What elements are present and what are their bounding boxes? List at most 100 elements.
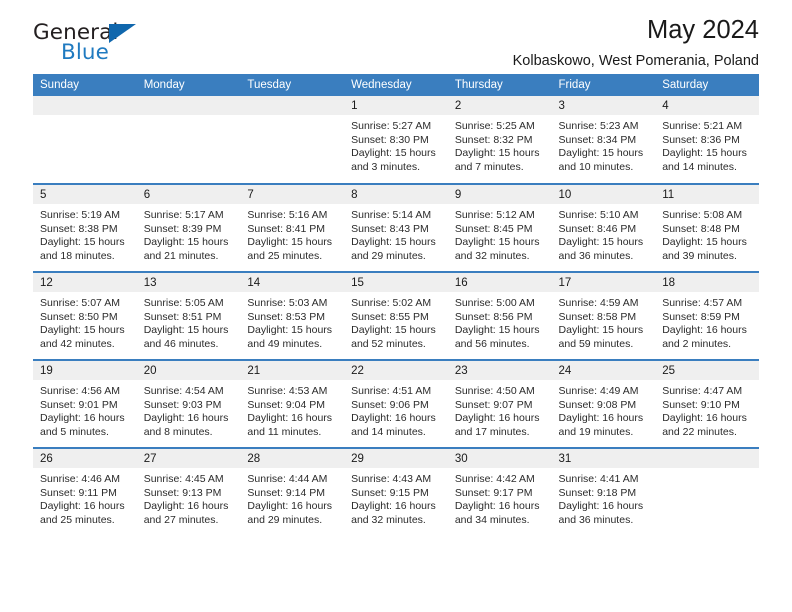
day-cell: 18 Sunrise: 4:57 AM Sunset: 8:59 PM Dayligh… (655, 271, 759, 360)
day-cell-content[interactable]: 14 Sunrise: 5:03 AM Sunset: 8:53 PM Dayligh… (240, 273, 345, 359)
day-cell-content[interactable]: 21 Sunrise: 4:53 AM Sunset: 9:04 PM Dayligh… (240, 361, 345, 447)
daylight-text-line1: Daylight: 16 hours (558, 500, 644, 513)
sunset-text: Sunset: 8:55 PM (351, 310, 429, 323)
sunrise-text: Sunrise: 5:16 AM (247, 209, 328, 221)
daylight-text-line1: Daylight: 16 hours (351, 500, 436, 513)
day-cell-content[interactable]: 17 Sunrise: 4:59 AM Sunset: 8:58 PM Dayligh… (551, 273, 656, 359)
sunrise-text: Sunrise: 5:19 AM (40, 209, 120, 221)
day-cell-content[interactable]: 10 Sunrise: 5:10 AM Sunset: 8:46 PM Dayligh… (551, 185, 656, 271)
day-cell-content[interactable] (240, 96, 345, 183)
day-cell-content[interactable]: 7 Sunrise: 5:16 AM Sunset: 8:41 PM Daylight… (240, 185, 345, 271)
day-cell: 24 Sunrise: 4:49 AM Sunset: 9:08 PM Dayligh… (551, 359, 656, 448)
sunset-text: Sunset: 8:43 PM (351, 222, 429, 235)
day-cell: 15 Sunrise: 5:02 AM Sunset: 8:55 PM Dayligh… (344, 271, 448, 360)
day-details (240, 115, 344, 120)
sunrise-text: Sunrise: 4:57 AM (662, 297, 743, 309)
day-details: Sunrise: 5:14 AM Sunset: 8:43 PM Daylight:… (344, 204, 448, 263)
day-cell-content[interactable]: 13 Sunrise: 5:05 AM Sunset: 8:51 PM Dayligh… (136, 273, 241, 359)
day-details: Sunrise: 5:16 AM Sunset: 8:41 PM Daylight:… (240, 204, 344, 263)
day-details: Sunrise: 5:25 AM Sunset: 8:32 PM Daylight:… (448, 115, 552, 174)
daylight-text-line2: and 29 minutes. (351, 249, 426, 262)
sunset-text: Sunset: 9:03 PM (143, 398, 222, 411)
day-cell: 27 Sunrise: 4:45 AM Sunset: 9:13 PM Dayligh… (136, 447, 241, 536)
brand-logo[interactable]: General Blue (33, 22, 158, 70)
day-cell-content[interactable]: 12 Sunrise: 5:07 AM Sunset: 8:50 PM Dayligh… (33, 273, 137, 359)
day-number: 2 (447, 96, 552, 115)
day-number: 14 (240, 273, 345, 292)
day-cell-content[interactable]: 11 Sunrise: 5:08 AM Sunset: 8:48 PM Dayligh… (655, 185, 759, 271)
day-cell: 2 Sunrise: 5:25 AM Sunset: 8:32 PM Daylight… (447, 96, 552, 184)
day-cell-content[interactable]: 3 Sunrise: 5:23 AM Sunset: 8:34 PM Daylight… (551, 96, 656, 183)
daylight-text-line1: Daylight: 16 hours (143, 500, 229, 513)
day-details: Sunrise: 5:03 AM Sunset: 8:53 PM Daylight:… (240, 292, 344, 351)
day-number: 12 (33, 273, 137, 292)
week-row: 1 Sunrise: 5:27 AM Sunset: 8:30 PM Daylight… (33, 96, 759, 184)
day-cell-content[interactable]: 4 Sunrise: 5:21 AM Sunset: 8:36 PM Daylight… (655, 96, 759, 183)
day-cell: 26 Sunrise: 4:46 AM Sunset: 9:11 PM Dayligh… (33, 447, 137, 536)
day-details: Sunrise: 4:57 AM Sunset: 8:59 PM Daylight:… (655, 292, 759, 351)
week-row: 19 Sunrise: 4:56 AM Sunset: 9:01 PM Dayligh… (33, 359, 759, 448)
day-details (137, 115, 241, 120)
day-cell-content[interactable] (33, 96, 137, 183)
day-cell-content[interactable]: 16 Sunrise: 5:00 AM Sunset: 8:56 PM Dayligh… (447, 273, 552, 359)
day-cell (240, 96, 345, 184)
day-cell-content[interactable]: 1 Sunrise: 5:27 AM Sunset: 8:30 PM Daylight… (344, 96, 448, 183)
day-cell-content[interactable] (655, 449, 759, 536)
sunrise-text: Sunrise: 5:27 AM (351, 120, 432, 132)
day-number: 28 (240, 449, 345, 468)
day-cell-content[interactable]: 15 Sunrise: 5:02 AM Sunset: 8:55 PM Dayligh… (344, 273, 448, 359)
day-number: 25 (655, 361, 759, 380)
day-cell-content[interactable]: 19 Sunrise: 4:56 AM Sunset: 9:01 PM Dayligh… (33, 361, 137, 447)
day-cell: 20 Sunrise: 4:54 AM Sunset: 9:03 PM Dayligh… (136, 359, 241, 448)
day-cell-content[interactable]: 18 Sunrise: 4:57 AM Sunset: 8:59 PM Dayligh… (655, 273, 759, 359)
day-details: Sunrise: 4:56 AM Sunset: 9:01 PM Daylight:… (33, 380, 137, 439)
day-cell-content[interactable]: 27 Sunrise: 4:45 AM Sunset: 9:13 PM Dayligh… (136, 449, 241, 536)
sunrise-text: Sunrise: 5:17 AM (143, 209, 224, 221)
daylight-text-line1: Daylight: 15 hours (558, 147, 644, 160)
day-number: 23 (447, 361, 552, 380)
daylight-text-line2: and 25 minutes. (40, 513, 115, 526)
sunrise-text: Sunrise: 4:42 AM (454, 473, 535, 485)
day-cell: 30 Sunrise: 4:42 AM Sunset: 9:17 PM Dayligh… (447, 447, 552, 536)
daylight-text-line2: and 2 minutes. (662, 337, 732, 350)
weekday-header-tuesday: Tuesday (240, 74, 345, 96)
sunset-text: Sunset: 9:04 PM (247, 398, 326, 411)
day-cell: 29 Sunrise: 4:43 AM Sunset: 9:15 PM Dayligh… (344, 447, 448, 536)
day-cell-content[interactable]: 6 Sunrise: 5:17 AM Sunset: 8:39 PM Daylight… (136, 185, 241, 271)
day-number (136, 96, 241, 115)
day-cell-content[interactable]: 28 Sunrise: 4:44 AM Sunset: 9:14 PM Dayligh… (240, 449, 345, 536)
daylight-text-line1: Daylight: 16 hours (558, 412, 644, 425)
day-details: Sunrise: 5:08 AM Sunset: 8:48 PM Daylight:… (655, 204, 759, 263)
daylight-text-line1: Daylight: 15 hours (247, 236, 333, 249)
day-cell-content[interactable]: 22 Sunrise: 4:51 AM Sunset: 9:06 PM Dayligh… (344, 361, 448, 447)
day-cell-content[interactable] (136, 96, 241, 183)
day-cell-content[interactable]: 25 Sunrise: 4:47 AM Sunset: 9:10 PM Dayligh… (655, 361, 759, 447)
day-cell-content[interactable]: 23 Sunrise: 4:50 AM Sunset: 9:07 PM Dayligh… (447, 361, 552, 447)
daylight-text-line1: Daylight: 15 hours (351, 147, 436, 160)
sunrise-text: Sunrise: 4:47 AM (662, 385, 743, 397)
day-cell-content[interactable]: 30 Sunrise: 4:42 AM Sunset: 9:17 PM Dayligh… (447, 449, 552, 536)
day-cell-content[interactable]: 20 Sunrise: 4:54 AM Sunset: 9:03 PM Dayligh… (136, 361, 241, 447)
day-cell-content[interactable]: 24 Sunrise: 4:49 AM Sunset: 9:08 PM Dayligh… (551, 361, 656, 447)
day-cell-content[interactable]: 9 Sunrise: 5:12 AM Sunset: 8:45 PM Daylight… (447, 185, 552, 271)
daylight-text-line2: and 5 minutes. (40, 425, 109, 438)
day-cell-content[interactable]: 8 Sunrise: 5:14 AM Sunset: 8:43 PM Daylight… (344, 185, 448, 271)
sunset-text: Sunset: 8:53 PM (247, 310, 326, 323)
day-cell-content[interactable]: 26 Sunrise: 4:46 AM Sunset: 9:11 PM Dayligh… (33, 449, 137, 536)
daylight-text-line2: and 14 minutes. (662, 160, 737, 173)
sunrise-text: Sunrise: 4:43 AM (351, 473, 432, 485)
day-cell-content[interactable]: 2 Sunrise: 5:25 AM Sunset: 8:32 PM Daylight… (447, 96, 552, 183)
daylight-text-line1: Daylight: 15 hours (40, 236, 125, 249)
daylight-text-line2: and 14 minutes. (351, 425, 426, 438)
sunset-text: Sunset: 8:38 PM (40, 222, 118, 235)
daylight-text-line1: Daylight: 15 hours (40, 324, 125, 337)
day-details (33, 115, 137, 120)
day-cell-content[interactable]: 31 Sunrise: 4:41 AM Sunset: 9:18 PM Dayligh… (551, 449, 656, 536)
day-cell-content[interactable]: 5 Sunrise: 5:19 AM Sunset: 8:38 PM Daylight… (33, 185, 137, 271)
day-cell: 16 Sunrise: 5:00 AM Sunset: 8:56 PM Dayligh… (447, 271, 552, 360)
day-number: 20 (136, 361, 241, 380)
day-cell-content[interactable]: 29 Sunrise: 4:43 AM Sunset: 9:15 PM Dayligh… (344, 449, 448, 536)
day-number: 29 (344, 449, 448, 468)
day-cell: 22 Sunrise: 4:51 AM Sunset: 9:06 PM Dayligh… (344, 359, 448, 448)
day-number: 21 (240, 361, 345, 380)
